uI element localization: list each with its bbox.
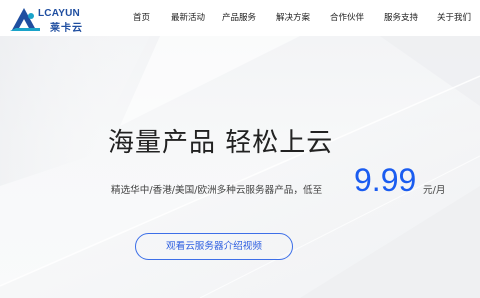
main-nav: 首页 最新活动 产品服务 解决方案 合作伙伴 服务支持 关于我们: [0, 12, 480, 26]
nav-solutions[interactable]: 解决方案: [276, 12, 310, 24]
top-header: LCAYUN 莱卡云 首页 最新活动 产品服务 解决方案 合作伙伴 服务支持 关…: [0, 0, 480, 36]
nav-partners[interactable]: 合作伙伴: [330, 12, 364, 24]
nav-latest-activities[interactable]: 最新活动: [171, 12, 205, 24]
hero-banner: 海量产品 轻松上云 精选华中/香港/美国/欧洲多种云服务器产品，低至 9.99 …: [0, 36, 480, 298]
nav-home[interactable]: 首页: [133, 12, 150, 24]
hero-subtitle: 精选华中/香港/美国/欧洲多种云服务器产品，低至: [111, 185, 323, 196]
nav-products[interactable]: 产品服务: [222, 12, 256, 24]
nav-about[interactable]: 关于我们: [437, 12, 471, 24]
hero-price: 9.99: [354, 162, 417, 198]
hero-price-unit: 元/月: [423, 185, 446, 196]
watch-video-button[interactable]: 观看云服务器介绍视频: [135, 233, 293, 260]
nav-support[interactable]: 服务支持: [384, 12, 418, 24]
hero-title: 海量产品 轻松上云: [108, 128, 334, 158]
